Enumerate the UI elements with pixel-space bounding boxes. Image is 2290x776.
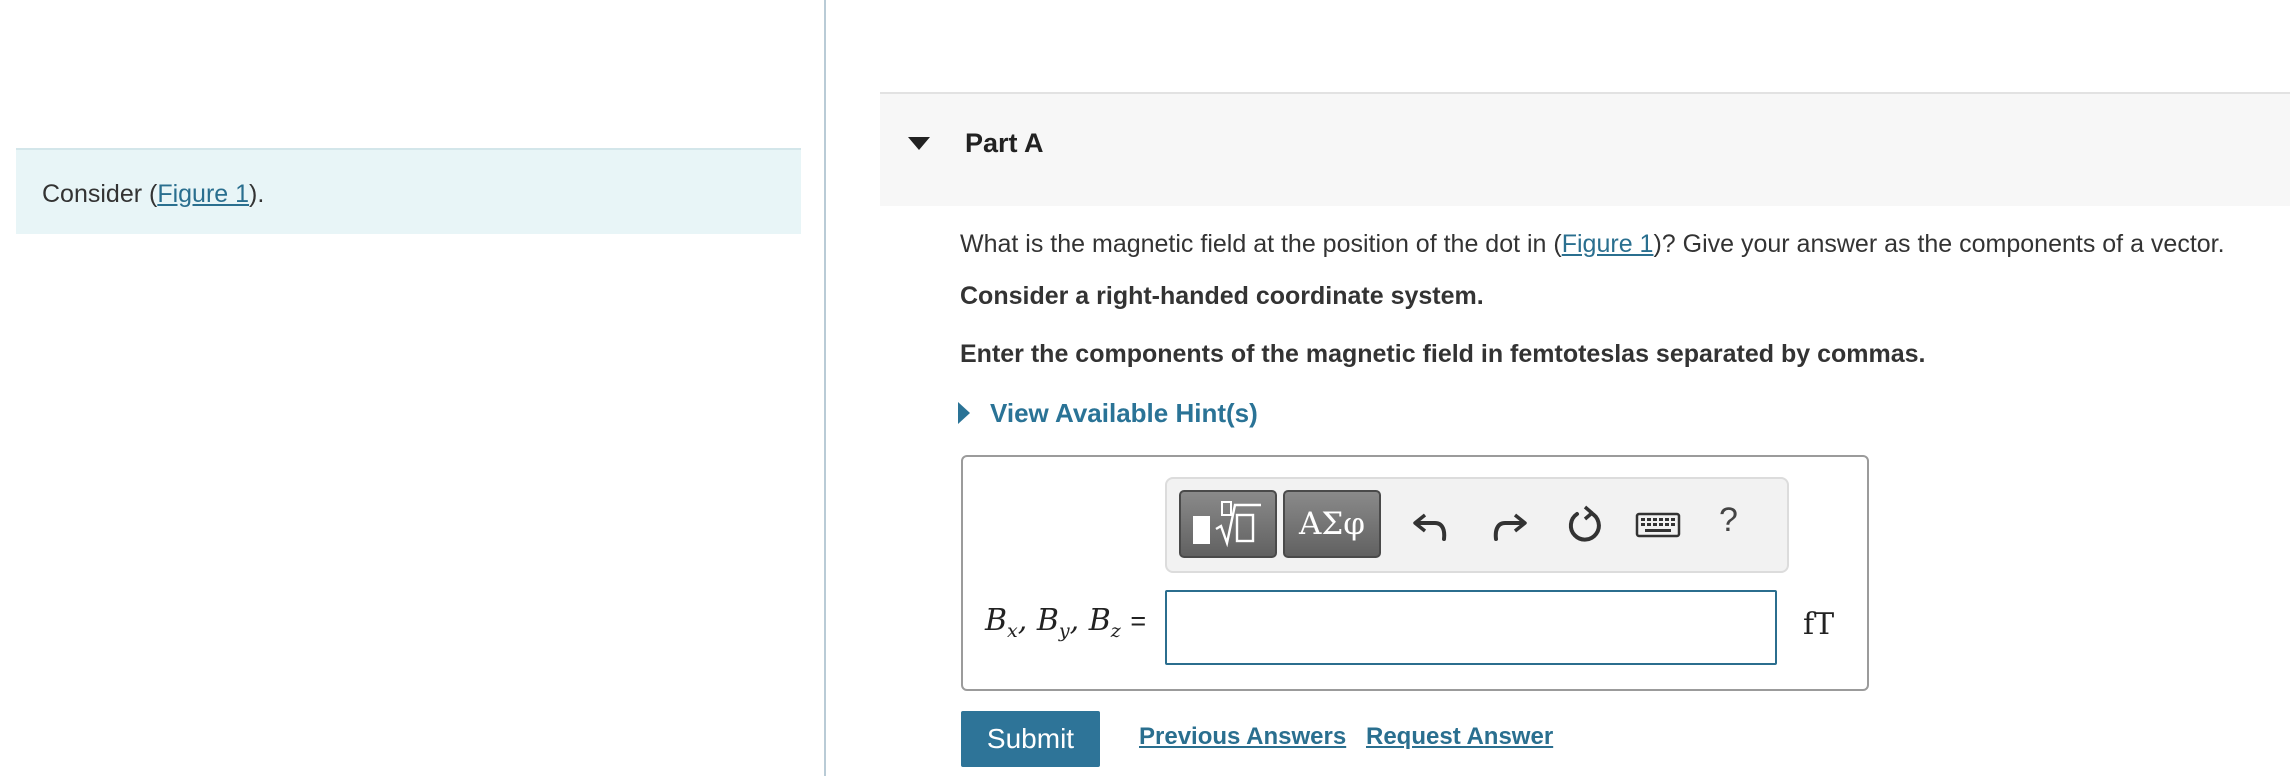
var-bx: B bbox=[985, 603, 1008, 638]
part-a-header[interactable]: Part A bbox=[880, 92, 2290, 206]
question-prefix: What is the magnetic field at the positi… bbox=[960, 230, 1562, 258]
answer-input[interactable] bbox=[1165, 590, 1777, 665]
question-text: What is the magnetic field at the positi… bbox=[960, 230, 2225, 259]
intro-text-prefix: Consider ( bbox=[42, 180, 158, 208]
var-bx-subscript: x bbox=[1007, 620, 1018, 642]
request-answer-link[interactable]: Request Answer bbox=[1366, 723, 1553, 751]
answer-box: ΑΣφ ? Bx, By, Bz = fT bbox=[961, 455, 1869, 691]
templates-button[interactable] bbox=[1179, 490, 1277, 558]
view-hints-toggle[interactable]: View Available Hint(s) bbox=[958, 398, 1258, 429]
templates-icon bbox=[1193, 501, 1261, 548]
keyboard-icon[interactable] bbox=[1631, 501, 1687, 549]
question-figure-link[interactable]: Figure 1 bbox=[1562, 230, 1654, 258]
submit-button[interactable]: Submit bbox=[961, 711, 1100, 767]
expand-caret-icon bbox=[958, 402, 970, 424]
reset-icon[interactable] bbox=[1561, 501, 1609, 549]
unit-label: fT bbox=[1803, 607, 1835, 642]
collapse-caret-icon[interactable] bbox=[908, 137, 930, 150]
var-by-subscript: y bbox=[1058, 620, 1070, 642]
question-suffix: )? Give your answer as the components of… bbox=[1653, 230, 2225, 258]
help-button[interactable]: ? bbox=[1719, 501, 1738, 540]
variable-label: Bx, By, Bz = bbox=[985, 603, 1147, 642]
instruction-coordinate-system: Consider a right-handed coordinate syste… bbox=[960, 282, 1484, 310]
left-panel: Consider (Figure 1). bbox=[0, 0, 826, 776]
symbols-button[interactable]: ΑΣφ bbox=[1283, 490, 1381, 558]
var-bz-subscript: z bbox=[1110, 620, 1121, 642]
intro-text-suffix: ). bbox=[249, 180, 265, 208]
redo-icon[interactable] bbox=[1485, 501, 1533, 549]
undo-icon[interactable] bbox=[1407, 501, 1455, 549]
intro-box: Consider (Figure 1). bbox=[16, 148, 801, 234]
previous-answers-link[interactable]: Previous Answers bbox=[1139, 723, 1346, 751]
var-by: B bbox=[1036, 603, 1059, 638]
figure-link[interactable]: Figure 1 bbox=[157, 180, 249, 208]
equals-sign: = bbox=[1130, 606, 1147, 636]
math-toolbar: ΑΣφ ? bbox=[1165, 477, 1789, 573]
var-bz: B bbox=[1088, 603, 1111, 638]
instruction-units: Enter the components of the magnetic fie… bbox=[960, 340, 1926, 368]
hint-label: View Available Hint(s) bbox=[990, 398, 1258, 428]
part-title: Part A bbox=[965, 128, 1044, 158]
